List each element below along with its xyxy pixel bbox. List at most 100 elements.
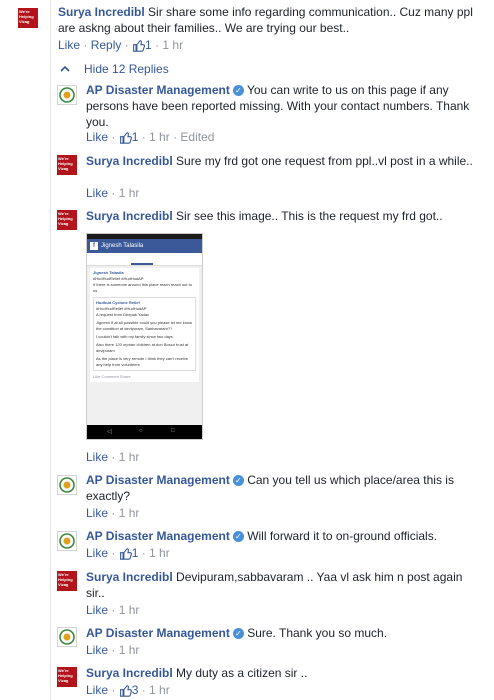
phone-nav-bar: ◁ ○ □ (87, 425, 202, 439)
avatar[interactable]: We're Helping Vizag (57, 571, 77, 591)
shared-from: A request from Deepak Yadav (96, 312, 149, 317)
comment-text: My duty as a citizen sir .. (176, 666, 308, 680)
ap-logo-icon (59, 87, 75, 103)
like-count[interactable]: 1 (132, 546, 139, 560)
timestamp[interactable]: 1 hr (149, 130, 170, 144)
avatar-text: We're Helping Vizag (58, 156, 73, 171)
timestamp[interactable]: 1 hr (119, 643, 140, 657)
comment-author[interactable]: AP Disaster Management (86, 626, 230, 640)
hide-replies-label: Hide 12 Replies (84, 62, 169, 76)
comment-body: Surya Incredibl Sir see this image.. Thi… (86, 208, 478, 224)
comment-actions: Like · Reply · 1 · 1 hr (58, 38, 184, 52)
timestamp[interactable]: 1 hr (119, 603, 140, 617)
thumbs-up-icon (119, 548, 132, 560)
avatar[interactable]: We're Helping Vizag (57, 210, 77, 230)
comment-actions: Like · 3 · 1 hr (86, 683, 170, 697)
shared-post: Hudhud Cyclone Relief #HudHudRelief #Hud… (93, 297, 196, 371)
like-button[interactable]: Like (86, 683, 108, 697)
post-actions: Like Comment Share (93, 374, 131, 379)
comment-body: Surya Incredibl Sure my frd got one requ… (86, 153, 478, 169)
comment-author[interactable]: AP Disaster Management (86, 529, 230, 543)
like-count[interactable]: 1 (145, 38, 152, 52)
comment-author[interactable]: Surya Incredibl (86, 570, 173, 584)
fb-header-title: Jignesh Talasila (101, 243, 144, 249)
verified-badge-icon: ✓ (232, 85, 244, 96)
like-button[interactable]: Like (86, 546, 108, 560)
avatar[interactable] (57, 475, 77, 495)
comment-body: AP Disaster Management ✓ You can write to… (86, 82, 478, 130)
ap-logo-icon (59, 477, 75, 493)
like-button[interactable]: Like (86, 506, 108, 520)
like-button[interactable]: Like (86, 603, 108, 617)
fb-tabs (87, 253, 202, 266)
like-count[interactable]: 3 (132, 683, 139, 697)
comment-body: AP Disaster Management ✓ Will forward it … (86, 528, 478, 544)
avatar-text: We're Helping Vizag (19, 9, 34, 24)
like-button[interactable]: Like (86, 643, 108, 657)
fb-post: Jignesh Talasila #HudHudRelief #HudHudAP… (90, 268, 199, 382)
like-count[interactable]: 1 (132, 130, 139, 144)
verified-badge-icon: ✓ (232, 475, 244, 486)
like-button[interactable]: Like (58, 38, 80, 52)
shared-body: Also there 120 orphan children at don Bo… (96, 342, 189, 353)
timestamp[interactable]: 1 hr (119, 450, 140, 464)
reply-thread-line (50, 0, 51, 700)
globe-tab-icon (153, 253, 175, 265)
avatar-text: We're Helping Vizag (58, 211, 73, 226)
avatar-text: We're Helping Vizag (58, 572, 73, 587)
edited-label[interactable]: Edited (180, 130, 214, 144)
comment-body: AP Disaster Management ✓ Sure. Thank you … (86, 625, 478, 641)
timestamp[interactable]: 1 hr (149, 546, 170, 560)
ap-logo-icon (59, 629, 75, 645)
home-icon: ○ (139, 428, 143, 434)
comment-actions: Like · 1 · 1 hr · Edited (86, 130, 215, 144)
timestamp[interactable]: 1 hr (119, 186, 140, 200)
reply-button[interactable]: Reply (91, 38, 122, 52)
comment-text: Sir see this image.. This is the request… (176, 209, 443, 223)
timestamp[interactable]: 1 hr (162, 38, 183, 52)
avatar-text: We're Helping Vizag (58, 668, 73, 683)
friends-tab-icon (109, 253, 131, 265)
thumbs-up-icon (119, 132, 132, 144)
avatar[interactable] (57, 627, 77, 647)
comment-author[interactable]: Surya Incredibl (86, 666, 173, 680)
comment-text: Sure my frd got one request from ppl..vl… (176, 154, 473, 168)
recent-icon: □ (171, 428, 175, 434)
attached-screenshot[interactable]: f Jignesh Talasila Jignesh Talasila #HudH… (86, 233, 203, 440)
chevron-up-icon (60, 65, 70, 72)
avatar[interactable]: We're Helping Vizag (57, 667, 77, 687)
like-button[interactable]: Like (86, 130, 108, 144)
comment-text: Sure. Thank you so much. (247, 626, 388, 640)
comment-body: Surya Incredibl Sir share some info rega… (58, 4, 478, 36)
avatar[interactable] (57, 531, 77, 551)
comment-actions: Like · 1 hr (86, 603, 140, 617)
hide-replies-toggle[interactable]: Hide 12 Replies (60, 61, 169, 77)
comment-actions: Like · 1 hr (86, 643, 140, 657)
avatar[interactable]: We're Helping Vizag (57, 155, 77, 175)
comment-author[interactable]: AP Disaster Management (86, 83, 230, 97)
like-button[interactable]: Like (86, 186, 108, 200)
news-tab-icon (87, 253, 109, 265)
comment-actions: Like · 1 hr (86, 450, 140, 464)
facebook-icon: f (90, 242, 98, 250)
like-button[interactable]: Like (86, 450, 108, 464)
avatar[interactable] (57, 85, 77, 105)
back-icon: ◁ (107, 429, 112, 435)
timestamp[interactable]: 1 hr (119, 506, 140, 520)
verified-badge-icon: ✓ (232, 628, 244, 639)
comment-body: Surya Incredibl My duty as a citizen sir… (86, 665, 478, 681)
comment-actions: Like · 1 · 1 hr (86, 546, 170, 560)
timestamp[interactable]: 1 hr (149, 683, 170, 697)
verified-badge-icon: ✓ (232, 531, 244, 542)
comment-author[interactable]: Surya Incredibl (86, 154, 173, 168)
avatar[interactable]: We're Helping Vizag (18, 8, 38, 28)
comment-actions: Like · 1 hr (86, 186, 140, 200)
comment-text: Will forward it to on-ground officials. (247, 529, 438, 543)
comment-author[interactable]: AP Disaster Management (86, 473, 230, 487)
comment-author[interactable]: Surya Incredibl (86, 209, 173, 223)
comment-author[interactable]: Surya Incredibl (58, 5, 145, 19)
shared-body: As the place is very remote I think they… (96, 356, 189, 367)
fb-header: f Jignesh Talasila (87, 239, 202, 253)
messages-tab-icon (131, 253, 153, 265)
comment-body: AP Disaster Management ✓ Can you tell us … (86, 472, 478, 504)
